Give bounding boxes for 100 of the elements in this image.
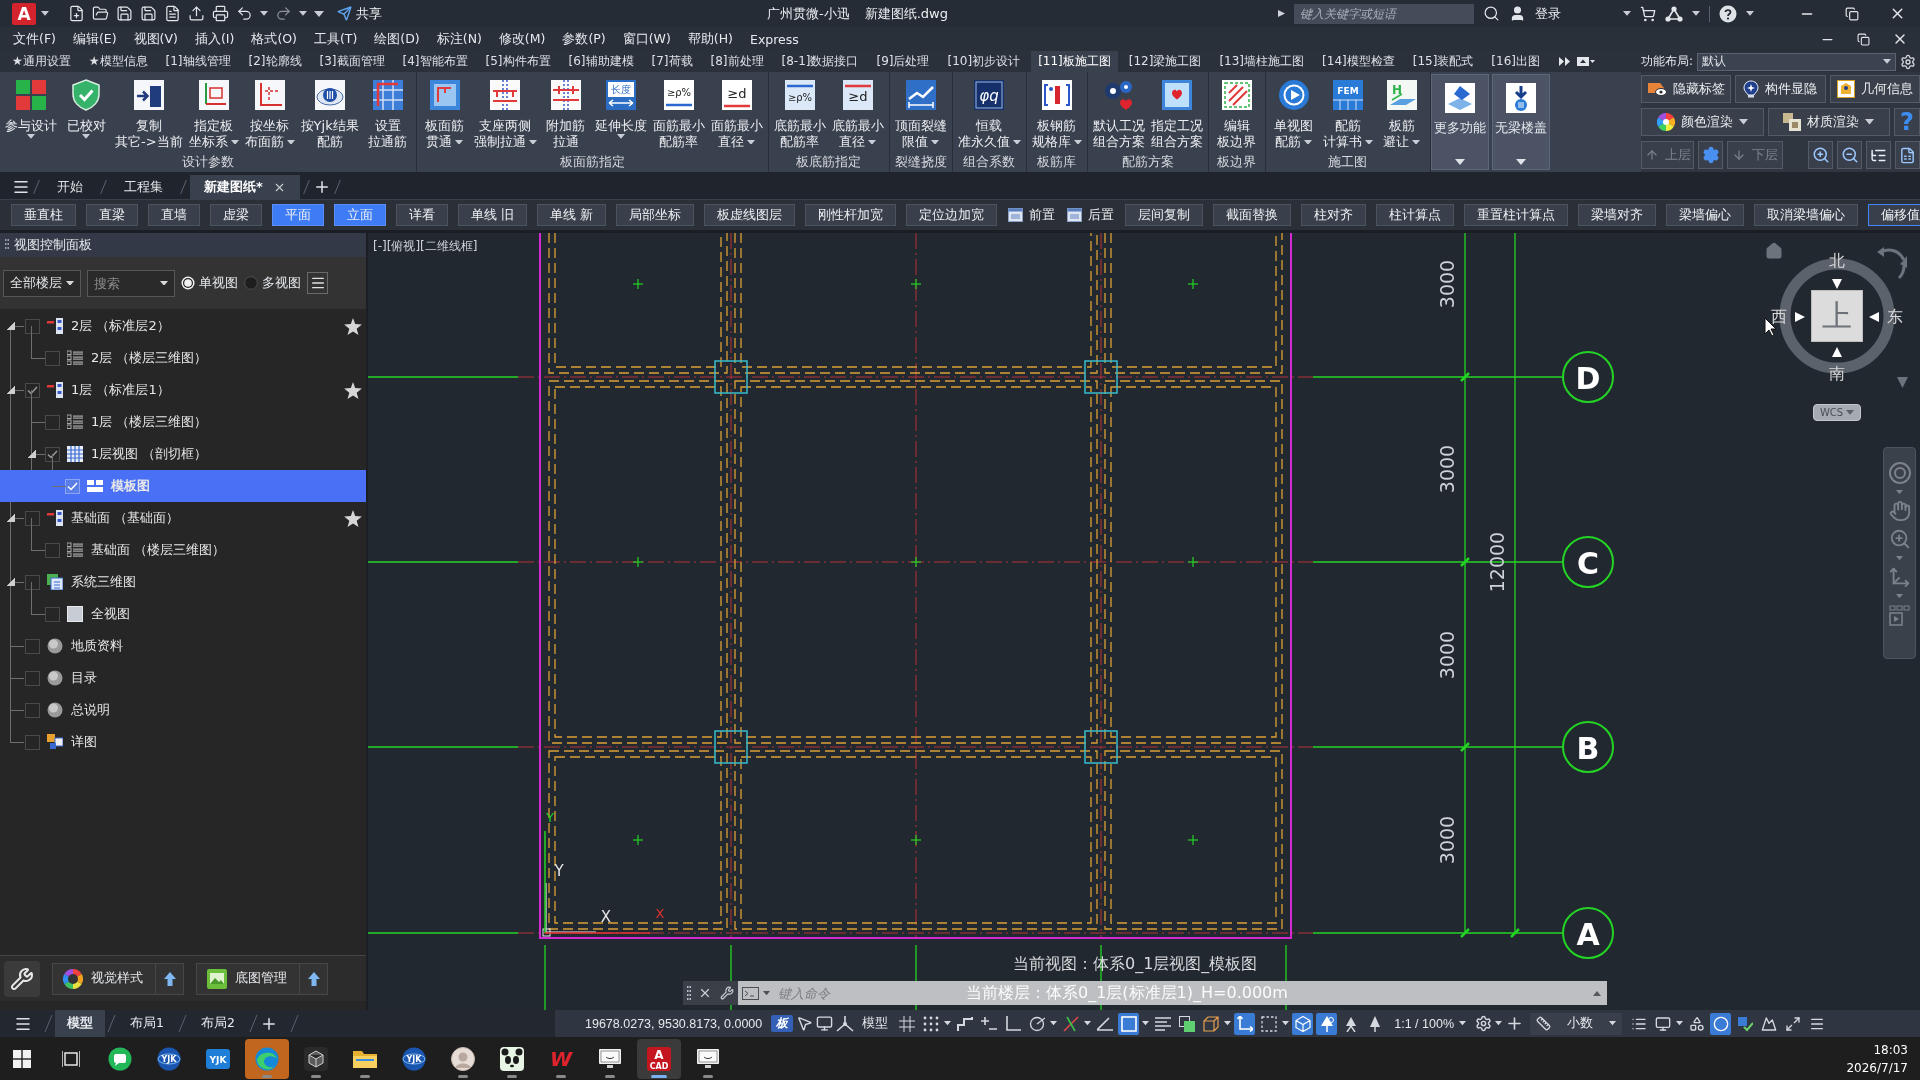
- checkbox[interactable]: [25, 702, 40, 718]
- menu-item[interactable]: 插入(I): [194, 30, 235, 48]
- panel-button[interactable]: 隐藏标签: [1641, 75, 1732, 103]
- ribbon-button[interactable]: 无梁楼盖: [1491, 74, 1550, 170]
- cursor-icon[interactable]: [796, 1015, 814, 1032]
- taskbar-button[interactable]: YJK: [196, 1038, 240, 1079]
- footer-button[interactable]: 视觉样式: [52, 962, 156, 995]
- tree-item[interactable]: 目录: [0, 662, 366, 694]
- panel-toggle-icon[interactable]: [1577, 57, 1595, 66]
- checkbox[interactable]: [65, 478, 80, 494]
- ribbon-button[interactable]: ≥d 面筋最小 直径: [708, 79, 765, 150]
- caret-icon[interactable]: [1278, 10, 1285, 17]
- ribbon-tab[interactable]: [10]初步设计: [940, 51, 1028, 72]
- zoom-in-button[interactable]: [1808, 141, 1833, 169]
- toolbar-button[interactable]: 垂直柱: [11, 204, 76, 226]
- caret-icon[interactable]: [616, 134, 625, 139]
- ribbon-button[interactable]: φq 恒载 准永久值: [955, 79, 1023, 150]
- monitor-icon[interactable]: [816, 1015, 834, 1032]
- viewport-label[interactable]: [-][俯视][二维线框]: [373, 238, 478, 255]
- restore-icon[interactable]: [1845, 6, 1859, 21]
- square-icon[interactable]: [1118, 1012, 1140, 1035]
- ribbon-button[interactable]: 设置 拉通筋: [362, 79, 413, 150]
- compass-label[interactable]: 北: [1829, 251, 1845, 271]
- tree-item[interactable]: 1层 （楼层三维图）: [0, 406, 366, 438]
- ribbon-tab[interactable]: [2]轮廓线: [241, 51, 309, 72]
- wcs-button[interactable]: WCS: [1813, 404, 1861, 421]
- ribbon-tab[interactable]: [7]荷载: [644, 51, 700, 72]
- save-icon[interactable]: [116, 5, 133, 22]
- triangle-icon[interactable]: [1832, 279, 1842, 289]
- checkbox[interactable]: [25, 670, 40, 686]
- menu-icon[interactable]: [12, 178, 30, 196]
- zoom-out-button[interactable]: [1837, 141, 1862, 169]
- tree-item[interactable]: 地质资料: [0, 630, 366, 662]
- ribbon-tab[interactable]: [6]辅助建模: [561, 51, 641, 72]
- caret-icon[interactable]: [1073, 139, 1082, 145]
- tree-item[interactable]: 基础面 （楼层三维图）: [0, 534, 366, 566]
- help-icon[interactable]: [1719, 4, 1737, 23]
- ribbon-button[interactable]: FEM 配筋 计算书: [1320, 79, 1375, 150]
- caret-icon[interactable]: [1224, 1021, 1232, 1026]
- units-dropdown[interactable]: 小数: [1530, 1012, 1623, 1035]
- caret-icon[interactable]: [1050, 1021, 1058, 1026]
- ribbon-tab[interactable]: [4]智能布置: [395, 51, 475, 72]
- search-combobox[interactable]: 搜索: [87, 269, 175, 297]
- ribbon-button[interactable]: 更多功能: [1430, 74, 1489, 170]
- layout-dropdown[interactable]: 默认: [1697, 52, 1896, 71]
- triangle-icon[interactable]: [1832, 347, 1842, 357]
- ribbon-tab[interactable]: [13]墙柱施工图: [1212, 51, 1312, 72]
- menu-item[interactable]: 文件(F): [13, 30, 56, 48]
- caret-icon[interactable]: [286, 139, 295, 145]
- toolbar-button[interactable]: 层间复制: [1124, 204, 1203, 226]
- toolbar-button[interactable]: 详看: [396, 204, 448, 226]
- nodes-icon[interactable]: [1665, 5, 1683, 22]
- ribbon-tab[interactable]: [12]梁施工图: [1121, 51, 1209, 72]
- ribbon-tab[interactable]: [9]后处理: [869, 51, 937, 72]
- menu-item[interactable]: 编辑(E): [72, 30, 117, 48]
- caret-icon[interactable]: [1412, 139, 1421, 145]
- compass-label[interactable]: 东: [1887, 307, 1903, 327]
- toolbar-button[interactable]: 虚梁: [210, 204, 262, 226]
- caret-icon[interactable]: [1459, 1021, 1467, 1026]
- toolbar-button[interactable]: 定位边加宽: [905, 204, 997, 226]
- taskbar-button[interactable]: W: [539, 1038, 583, 1079]
- tree-item[interactable]: 基础面 （基础面）: [0, 502, 366, 534]
- tree-item[interactable]: 全视图: [0, 598, 366, 630]
- undo-icon[interactable]: [236, 5, 253, 22]
- collapse-icon[interactable]: [28, 450, 36, 458]
- floor-filter-dropdown[interactable]: 全部楼层: [3, 269, 81, 297]
- layout-tab[interactable]: 模型: [55, 1010, 105, 1037]
- toolbar-button[interactable]: 截面替换: [1212, 204, 1291, 226]
- menu-button[interactable]: [307, 272, 328, 294]
- login-button[interactable]: 登录: [1535, 4, 1561, 23]
- caret-icon[interactable]: [1515, 159, 1526, 165]
- search-field[interactable]: 键入关键字或短语: [1294, 3, 1474, 24]
- tree-item[interactable]: 1层 （标准层1）: [0, 374, 366, 406]
- ribbon-button[interactable]: 指定工况 组合方案: [1148, 79, 1205, 150]
- star-icon[interactable]: [344, 317, 362, 335]
- menu-item[interactable]: 窗口(W): [622, 30, 671, 48]
- ribbon-button[interactable]: 附加筋 拉通: [540, 79, 591, 150]
- print-icon[interactable]: [212, 5, 229, 22]
- windows-start-icon[interactable]: [13, 1049, 31, 1068]
- taskbar-button[interactable]: A CAD: [637, 1038, 681, 1079]
- user-icon[interactable]: [1509, 5, 1526, 22]
- axes-icon[interactable]: [1234, 1012, 1256, 1035]
- ribbon-tab[interactable]: [16]出图: [1484, 51, 1547, 72]
- layout-tab[interactable]: 布局2: [188, 1010, 247, 1037]
- orbit-icon[interactable]: [1888, 566, 1911, 589]
- checkbox[interactable]: [45, 350, 60, 366]
- menu-item[interactable]: 绘图(D): [374, 30, 420, 48]
- toolbar-button[interactable]: 梁墙对齐: [1577, 204, 1656, 226]
- caret-icon[interactable]: [747, 139, 756, 145]
- folder-icon[interactable]: [92, 5, 109, 22]
- checkbox[interactable]: [45, 446, 60, 462]
- settings-icon[interactable]: [1900, 53, 1916, 70]
- ribbon-tab[interactable]: [1]轴线管理: [158, 51, 238, 72]
- checkbox[interactable]: [45, 414, 60, 430]
- new-file-icon[interactable]: [68, 5, 85, 22]
- toolbar-button[interactable]: 刚性杆加宽: [804, 204, 896, 226]
- caret-icon[interactable]: [1012, 139, 1021, 145]
- toolbar-button[interactable]: 取消梁墙偏心: [1753, 204, 1858, 226]
- menu-item[interactable]: 帮助(H): [687, 30, 733, 48]
- ribbon-button[interactable]: 单视图 配筋: [1268, 79, 1319, 150]
